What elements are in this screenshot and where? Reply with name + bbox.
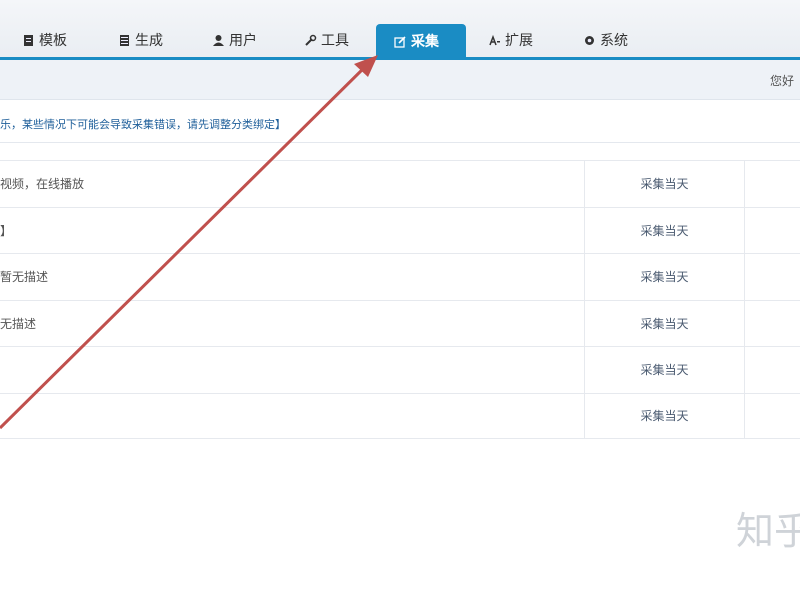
greeting-text: 您好 — [770, 74, 795, 88]
source-name: 暂无描述 — [0, 270, 49, 285]
source-name: 视频，在线播放 — [0, 177, 85, 192]
nav-item-label: 工具 — [321, 33, 349, 49]
table-row: 视频，在线播放 采集当天 — [0, 160, 800, 207]
nav-item-collect[interactable]: 采集 — [376, 24, 466, 58]
nav-item-extensions[interactable]: 扩展 — [488, 26, 533, 54]
nav-item-label: 用户 — [229, 33, 257, 49]
table-row: 采集当天 — [0, 346, 800, 393]
edit-icon — [394, 35, 406, 48]
sub-header: 您好 — [0, 60, 800, 100]
collect-today-link[interactable]: 采集当天 — [584, 393, 744, 438]
extra-cell — [744, 347, 800, 393]
gear-icon — [585, 35, 594, 45]
warning-notice: 乐，某些情况下可能会导致采集错误，请先调整分类绑定】 — [0, 118, 286, 131]
nav-item-label: 系统 — [600, 33, 628, 49]
collect-today-link[interactable]: 采集当天 — [584, 254, 744, 300]
wrench-icon — [305, 34, 317, 46]
extra-cell — [744, 300, 800, 346]
extra-cell — [744, 393, 800, 438]
collect-today-link[interactable]: 采集当天 — [584, 207, 744, 253]
table-row: 采集当天 — [0, 392, 800, 439]
table-row: 】 采集当天 — [0, 206, 800, 253]
source-name — [0, 394, 584, 439]
collect-source-table: 视频，在线播放 采集当天 】 采集当天 暂无描述 采集当天 无描述 采集当天 采… — [0, 160, 800, 439]
source-name: 无描述 — [0, 316, 37, 331]
table-row: 无描述 采集当天 — [0, 299, 800, 346]
user-icon — [213, 34, 224, 46]
watermark-logo: 知乎 — [736, 509, 800, 553]
nav-item-tools[interactable]: 工具 — [304, 26, 349, 54]
file-icon — [24, 34, 33, 46]
collect-today-link[interactable]: 采集当天 — [584, 300, 744, 346]
extra-cell — [744, 207, 800, 253]
nav-item-label: 采集 — [411, 34, 439, 50]
table-row: 暂无描述 采集当天 — [0, 253, 800, 300]
nav-item-label: 扩展 — [505, 33, 533, 49]
divider — [0, 142, 800, 143]
extra-cell — [744, 254, 800, 300]
top-navigation: 模板 生成 用户 工具 采集 扩展 系统 — [0, 0, 800, 60]
nav-item-users[interactable]: 用户 — [212, 26, 257, 54]
nav-item-label: 生成 — [135, 33, 163, 49]
nav-item-generate[interactable]: 生成 — [118, 26, 163, 54]
collect-today-link[interactable]: 采集当天 — [584, 161, 744, 207]
extra-cell — [744, 161, 800, 207]
nav-item-system[interactable]: 系统 — [583, 26, 628, 54]
source-name: 】 — [0, 223, 13, 238]
collect-today-link[interactable]: 采集当天 — [584, 347, 744, 393]
book-icon — [120, 34, 129, 46]
nav-item-template[interactable]: 模板 — [22, 26, 67, 54]
extension-icon — [489, 34, 500, 45]
nav-item-label: 模板 — [39, 33, 67, 49]
source-name — [0, 347, 584, 393]
